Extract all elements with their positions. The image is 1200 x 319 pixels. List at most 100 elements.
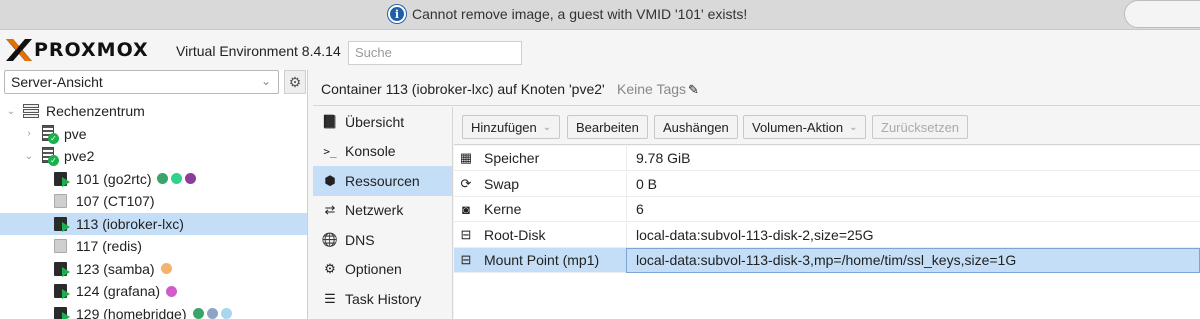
product-name: Virtual Environment 8.4.14 [176, 43, 341, 59]
tag-dot [220, 308, 232, 319]
chevron-right-icon[interactable]: › [24, 128, 34, 139]
subnav-item-label: Netzwerk [345, 202, 404, 219]
resource-row[interactable]: ◙ Kerne 6 [454, 197, 1200, 222]
resource-key: Root-Disk [484, 226, 546, 243]
resource-value: 0 B [636, 175, 658, 192]
container-running-icon [52, 261, 70, 277]
view-select[interactable]: Server-Ansicht ⌄ [4, 70, 279, 94]
tree-item-label: 123 (samba) [76, 260, 155, 277]
tag-dot [206, 308, 218, 319]
chevron-down-icon[interactable]: ⌄ [6, 106, 16, 117]
gear-icon: ⚙ [288, 73, 302, 90]
gear-icon: ⚙ [324, 261, 336, 277]
hdd-icon: ⊟ [460, 226, 472, 242]
resource-tree: ⌄ Rechenzentrum › ✓ pve ⌄ ✓ pve2 101 (go2rtc) 107… [0, 100, 307, 319]
tree-item[interactable]: ⌄ Rechenzentrum [0, 100, 307, 123]
tree-item-label: 107 (CT107) [76, 193, 155, 210]
tree-item[interactable]: 129 (homebridge) [0, 303, 307, 319]
resource-key: Kerne [484, 201, 522, 217]
tree-item[interactable]: 113 (iobroker-lxc) [0, 212, 307, 235]
detach-button-label: Aushängen [663, 119, 729, 135]
subnav-item[interactable]: >_ Konsole [313, 137, 452, 167]
proxmox-x-icon [6, 39, 32, 61]
detach-button[interactable]: Aushängen [654, 115, 738, 139]
resource-row[interactable]: ⊟ Mount Point (mp1) local-data:subvol-113-… [454, 248, 1200, 273]
book-icon: 📘 [321, 113, 339, 129]
container-stopped-icon [52, 238, 70, 254]
tree-item-label: Rechenzentrum [46, 103, 145, 120]
pencil-icon[interactable]: ✎ [688, 82, 699, 98]
view-select-value: Server-Ansicht [11, 74, 103, 90]
volume-action-label: Volumen-Aktion [752, 119, 844, 135]
add-button[interactable]: Hinzufügen ⌄ [462, 115, 561, 139]
resource-row[interactable]: ▦ Speicher 9.78 GiB [454, 146, 1200, 171]
content-header: Container 113 (iobroker-lxc) auf Knoten … [313, 70, 1200, 106]
notification: i Cannot remove image, a guest with VMID… [388, 5, 747, 23]
server-node-icon: ✓ [40, 124, 59, 144]
subnav-item[interactable]: ⚙ Optionen [313, 255, 452, 285]
container-running-icon [52, 306, 70, 319]
column-divider [626, 146, 627, 171]
info-icon: i [388, 5, 406, 23]
container-running-icon [52, 216, 70, 232]
resources-grid: ▦ Speicher 9.78 GiB ⟳ Swap 0 B ◙ Kerne 6 ⊟ Root-Di… [454, 146, 1200, 319]
container-running-icon [52, 283, 70, 300]
tree-item[interactable]: 117 (redis) [0, 235, 307, 258]
subnav-item[interactable]: ⬢ Ressourcen [313, 166, 452, 196]
tag-dot [166, 285, 178, 297]
refresh-icon: ⟳ [460, 175, 472, 191]
proxmox-logo: PROXMOX [6, 39, 149, 61]
subnav-item[interactable]: 📘 Übersicht [313, 107, 452, 137]
tree-item-label: 117 (redis) [76, 238, 142, 255]
tree-item[interactable]: › ✓ pve [0, 123, 307, 146]
server-node-icon: ✓ [40, 147, 59, 167]
tree-item[interactable]: 124 (grafana) [0, 280, 307, 303]
tree-item[interactable]: 107 (CT107) [0, 190, 307, 213]
notification-message: Cannot remove image, a guest with VMID '… [412, 6, 748, 22]
container-subnav: 📘 Übersicht >_ Konsole ⬢ Ressourcen ⇄ Netzwerk 🌐… [313, 107, 453, 319]
subnav-item-label: Task History [345, 290, 422, 307]
search-input[interactable]: Suche [348, 41, 522, 65]
tree-item-label: 124 (grafana) [76, 283, 161, 300]
subnav-item-label: Übersicht [345, 113, 405, 130]
edit-button[interactable]: Bearbeiten [567, 115, 648, 139]
tree-item[interactable]: 123 (samba) [0, 258, 307, 281]
terminal-icon: >_ [323, 144, 337, 158]
chevron-down-icon: ⌄ [542, 121, 552, 133]
chevron-down-icon[interactable]: ⌄ [24, 151, 34, 162]
notification-close-button[interactable] [1124, 0, 1200, 28]
tree-settings-button[interactable]: ⚙ [284, 70, 306, 94]
column-divider [626, 197, 627, 222]
resource-value: 9.78 GiB [636, 150, 691, 166]
tag-dot [192, 308, 204, 319]
chevron-down-icon: ⌄ [260, 74, 271, 88]
resource-key: Swap [484, 175, 520, 192]
revert-button-label: Zurücksetzen [881, 119, 960, 135]
datacenter-icon [22, 103, 40, 119]
memory-icon: ▦ [459, 150, 473, 165]
tags-edit[interactable]: Keine Tags ✎ [617, 81, 699, 98]
list-icon: ☰ [324, 290, 336, 306]
column-divider [626, 171, 627, 197]
subnav-item[interactable]: ⇄ Netzwerk [313, 196, 452, 226]
tree-item[interactable]: 101 (go2rtc) [0, 168, 307, 191]
container-running-icon [52, 171, 70, 187]
tag-dot [171, 173, 183, 185]
exchange-icon: ⇄ [324, 202, 336, 218]
subnav-item[interactable]: ☰ Task History [313, 284, 452, 314]
resource-value: 6 [636, 201, 644, 217]
notification-bar: i Cannot remove image, a guest with VMID… [0, 0, 1200, 30]
tags-label: Keine Tags [617, 81, 687, 97]
tag-dot [160, 263, 172, 275]
chevron-down-icon: ⌄ [849, 121, 858, 133]
column-divider [626, 222, 627, 248]
resource-row[interactable]: ⊟ Root-Disk local-data:subvol-113-disk-2,s… [454, 222, 1200, 248]
subnav-item[interactable]: 🌐 DNS [313, 225, 452, 255]
tree-item[interactable]: ⌄ ✓ pve2 [0, 145, 307, 168]
edit-button-label: Bearbeiten [576, 119, 639, 135]
resource-key: Mount Point (mp1) [484, 252, 600, 268]
volume-action-button[interactable]: Volumen-Aktion ⌄ [743, 115, 867, 139]
subnav-item-label: Ressourcen [345, 172, 420, 189]
revert-button[interactable]: Zurücksetzen [872, 115, 969, 139]
resource-row[interactable]: ⟳ Swap 0 B [454, 171, 1200, 197]
